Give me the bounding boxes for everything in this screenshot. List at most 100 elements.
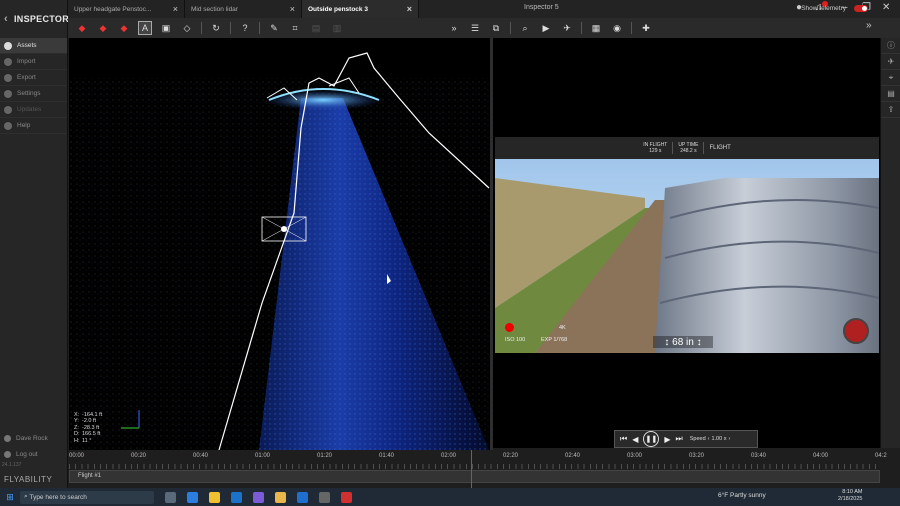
- sidebar-item-help[interactable]: Help: [0, 118, 67, 134]
- file-explorer-icon[interactable]: [275, 491, 286, 503]
- location-pin-icon[interactable]: ⌖: [881, 70, 900, 86]
- sidebar-item-settings[interactable]: Settings: [0, 86, 67, 102]
- chrome-icon[interactable]: [209, 491, 220, 503]
- logout-label: Log out: [16, 450, 38, 458]
- telemetry-toggle[interactable]: Show telemetry: [801, 5, 868, 12]
- window-close-icon[interactable]: ✕: [882, 2, 890, 13]
- trash-icon[interactable]: ▥: [330, 21, 344, 35]
- flight-status-bar: IN FLIGHT 129 s UP TIME 248.2 s FLIGHT: [495, 137, 879, 159]
- clock-date: 2/18/2025: [838, 496, 863, 502]
- sidebar-item-assets[interactable]: Assets: [0, 38, 67, 54]
- video-canvas: [495, 138, 879, 353]
- toggle-switch[interactable]: [854, 5, 868, 12]
- pause-button[interactable]: ❚❚: [643, 431, 660, 447]
- drone-icon[interactable]: ✈: [560, 21, 574, 35]
- timeline[interactable]: 00:00 00:20 00:40 01:00 01:20 01:40 02:00 02:20…: [69, 450, 887, 488]
- timeline-ruler: [69, 464, 880, 469]
- layers-icon[interactable]: ⧉: [489, 21, 503, 35]
- sidebar-item-updates[interactable]: Updates: [0, 102, 67, 118]
- chevrons-right-icon[interactable]: »: [447, 21, 461, 35]
- rotate-icon[interactable]: ↻: [209, 21, 223, 35]
- close-icon[interactable]: ×: [290, 4, 295, 14]
- timeline-tick-label: 04:00: [813, 453, 829, 459]
- sidebar-item-label: Settings: [17, 90, 41, 97]
- sidebar-item-label: Assets: [17, 42, 37, 49]
- tab-outside-penstock[interactable]: Outside penstock 3 ×: [302, 0, 419, 18]
- store-icon[interactable]: [187, 491, 198, 503]
- help-icon[interactable]: ?: [238, 21, 252, 35]
- window-title: Inspector 5: [524, 4, 559, 11]
- user-account[interactable]: Dave Rock: [0, 430, 68, 446]
- brand[interactable]: ‹ INSPECTOR: [0, 0, 69, 38]
- user-icon: [4, 434, 11, 442]
- user-name: Dave Rock: [16, 434, 48, 442]
- cube-outline-icon[interactable]: ◇: [180, 21, 194, 35]
- compass-icon: [843, 318, 869, 344]
- tab-upper-headgate[interactable]: Upper headgate Penstoc... ×: [68, 0, 185, 18]
- expand-panel-icon[interactable]: »: [866, 20, 872, 31]
- video-pane: IN FLIGHT 129 s UP TIME 248.2 s FLIGHT 4K …: [493, 38, 880, 448]
- sidebar-item-label: Import: [17, 58, 36, 65]
- weather-widget[interactable]: 6°F Partly sunny: [718, 492, 766, 499]
- tab-mid-section-lidar[interactable]: Mid section lidar ×: [185, 0, 302, 18]
- flight-mode: FLIGHT: [709, 145, 731, 151]
- frame-icon[interactable]: ▣: [159, 21, 173, 35]
- cube-red-icon[interactable]: ◆: [75, 21, 89, 35]
- sliders-icon[interactable]: ☰: [468, 21, 482, 35]
- timeline-tick-label: 00:40: [193, 453, 209, 459]
- task-view-icon[interactable]: [165, 491, 176, 503]
- sidebar-footer: Dave Rock Log out 24.1.137 FLYABILITY: [0, 430, 68, 488]
- cube-red-icon[interactable]: ◆: [117, 21, 131, 35]
- playhead[interactable]: [471, 450, 472, 488]
- back-chevron-icon[interactable]: ‹: [4, 13, 8, 25]
- close-icon[interactable]: ×: [407, 4, 412, 14]
- clock-time: 8:10 AM: [842, 489, 863, 495]
- skip-start-icon[interactable]: ⏮: [620, 434, 627, 444]
- recorder-icon[interactable]: [341, 491, 352, 503]
- camera-icon[interactable]: ◉: [610, 21, 624, 35]
- pen-icon[interactable]: ✎: [267, 21, 281, 35]
- timeline-tick-label: 01:40: [379, 453, 395, 459]
- logout-icon: [4, 450, 11, 458]
- polygon-icon[interactable]: ⌗: [288, 21, 302, 35]
- step-forward-icon[interactable]: ▶: [664, 435, 670, 444]
- drone-rail-icon[interactable]: ✈: [881, 54, 900, 70]
- video-icon[interactable]: ▶: [539, 21, 553, 35]
- sidebar-item-label: Export: [17, 74, 36, 81]
- speed-decrease-icon[interactable]: ‹: [708, 436, 710, 442]
- copilot-icon[interactable]: [253, 491, 264, 503]
- video-frame[interactable]: [495, 138, 879, 353]
- coordinate-readout: X: -164.1 ft Y: -2.0 ft Z: -28.3 ft D: 166.5…: [74, 412, 102, 445]
- marker-icon[interactable]: ✚: [639, 21, 653, 35]
- upload-icon[interactable]: ⇪: [881, 102, 900, 118]
- inspector-app-icon[interactable]: [319, 491, 330, 503]
- drone-position-icon[interactable]: [281, 226, 287, 232]
- skip-end-icon[interactable]: ⏭: [676, 434, 683, 444]
- save-icon[interactable]: ▤: [309, 21, 323, 35]
- taskbar-search[interactable]: ⌕ Type here to search: [20, 490, 154, 504]
- update-icon: [4, 105, 12, 114]
- step-back-icon[interactable]: ◀: [632, 435, 638, 444]
- timeline-tick-label: 02:20: [503, 453, 519, 459]
- system-clock[interactable]: 8:10 AM 2/18/2025: [838, 489, 862, 503]
- info-icon[interactable]: ⓘ: [881, 38, 900, 54]
- point-cloud-canvas[interactable]: [69, 38, 490, 450]
- logout-button[interactable]: Log out: [0, 446, 68, 462]
- zoom-icon[interactable]: ⌕: [518, 21, 532, 35]
- mail-icon[interactable]: [297, 491, 308, 503]
- point-cloud-viewport[interactable]: X: -164.1 ft Y: -2.0 ft Z: -28.3 ft D: 166.5…: [69, 38, 490, 450]
- sidebar-item-export[interactable]: Export: [0, 70, 67, 86]
- document-icon[interactable]: ▤: [881, 86, 900, 102]
- iso-label: ISO 100: [505, 337, 526, 343]
- coord-row: H: 11 °: [74, 437, 92, 444]
- speed-increase-icon[interactable]: ›: [728, 436, 730, 442]
- close-icon[interactable]: ×: [173, 4, 178, 14]
- windows-start-icon[interactable]: ⊞: [0, 492, 20, 503]
- timeline-tick-label: 01:20: [317, 453, 333, 459]
- sidebar-item-import[interactable]: Import: [0, 54, 67, 70]
- flight-track[interactable]: Flight #1: [69, 470, 880, 483]
- text-a-icon[interactable]: A: [138, 21, 152, 35]
- calendar-icon[interactable]: ▦: [589, 21, 603, 35]
- outlook-icon[interactable]: [231, 491, 242, 503]
- cube-red-icon[interactable]: ◆: [96, 21, 110, 35]
